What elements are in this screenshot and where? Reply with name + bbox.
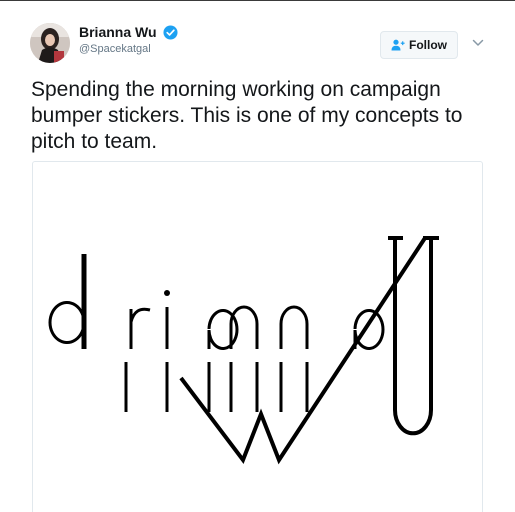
chevron-down-icon[interactable]: [472, 39, 484, 47]
follow-button-label: Follow: [409, 38, 447, 52]
bumper-sticker-logo: [48, 236, 439, 465]
avatar-image: [30, 23, 70, 63]
add-user-icon: [391, 39, 405, 51]
avatar[interactable]: [30, 23, 70, 63]
follow-button[interactable]: Follow: [380, 31, 458, 59]
display-name[interactable]: Brianna Wu: [79, 24, 157, 40]
page: Brianna Wu @Spacekatgal Follow Spending …: [0, 0, 515, 512]
tweet-media[interactable]: [32, 161, 483, 512]
tweet-card: Brianna Wu @Spacekatgal Follow Spending …: [0, 1, 515, 512]
tweet-text: Spending the morning working on campaign…: [31, 78, 463, 153]
logo-lettering: [48, 236, 439, 465]
handle[interactable]: @Spacekatgal: [79, 43, 151, 55]
verified-badge-icon: [163, 25, 178, 40]
